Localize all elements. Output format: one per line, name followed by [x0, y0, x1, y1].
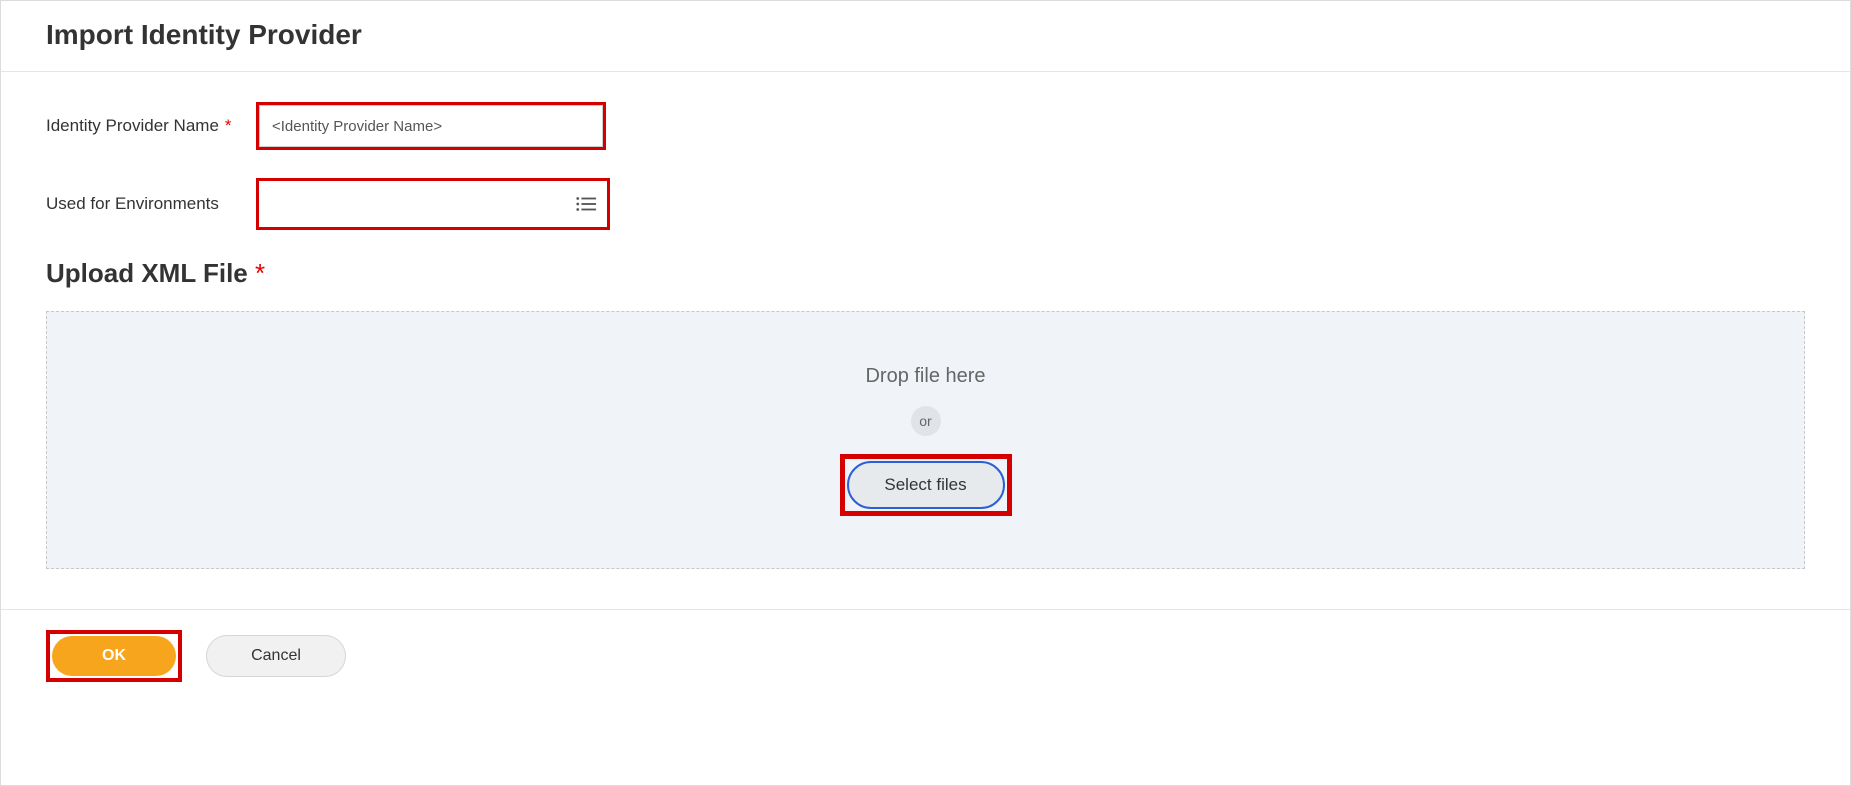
identity-name-input[interactable]	[259, 105, 603, 147]
list-icon	[575, 195, 597, 213]
cancel-button[interactable]: Cancel	[206, 635, 346, 677]
highlight-ok: OK	[46, 630, 182, 682]
environments-label: Used for Environments	[46, 194, 256, 214]
page-title: Import Identity Provider	[46, 19, 1805, 51]
identity-name-label-text: Identity Provider Name	[46, 116, 219, 136]
identity-name-label: Identity Provider Name *	[46, 116, 256, 136]
highlight-name-input	[256, 102, 606, 150]
row-environments: Used for Environments	[46, 178, 1805, 230]
drop-text: Drop file here	[865, 365, 985, 388]
upload-required-asterisk: *	[255, 258, 265, 288]
form-section: Identity Provider Name * Used for Enviro…	[1, 72, 1850, 569]
upload-heading: Upload XML File *	[46, 258, 1805, 289]
required-asterisk: *	[225, 116, 232, 136]
highlight-select-files: Select files	[840, 454, 1012, 516]
dropzone[interactable]: Drop file here or Select files	[46, 311, 1805, 569]
footer: OK Cancel	[1, 609, 1850, 702]
ok-button[interactable]: OK	[52, 636, 176, 676]
upload-heading-text: Upload XML File	[46, 258, 248, 288]
highlight-env-select	[256, 178, 610, 230]
select-files-button[interactable]: Select files	[847, 461, 1005, 509]
environments-select[interactable]	[259, 181, 607, 227]
header: Import Identity Provider	[1, 1, 1850, 72]
or-divider: or	[911, 406, 941, 436]
row-identity-name: Identity Provider Name *	[46, 102, 1805, 150]
environments-label-text: Used for Environments	[46, 194, 219, 214]
